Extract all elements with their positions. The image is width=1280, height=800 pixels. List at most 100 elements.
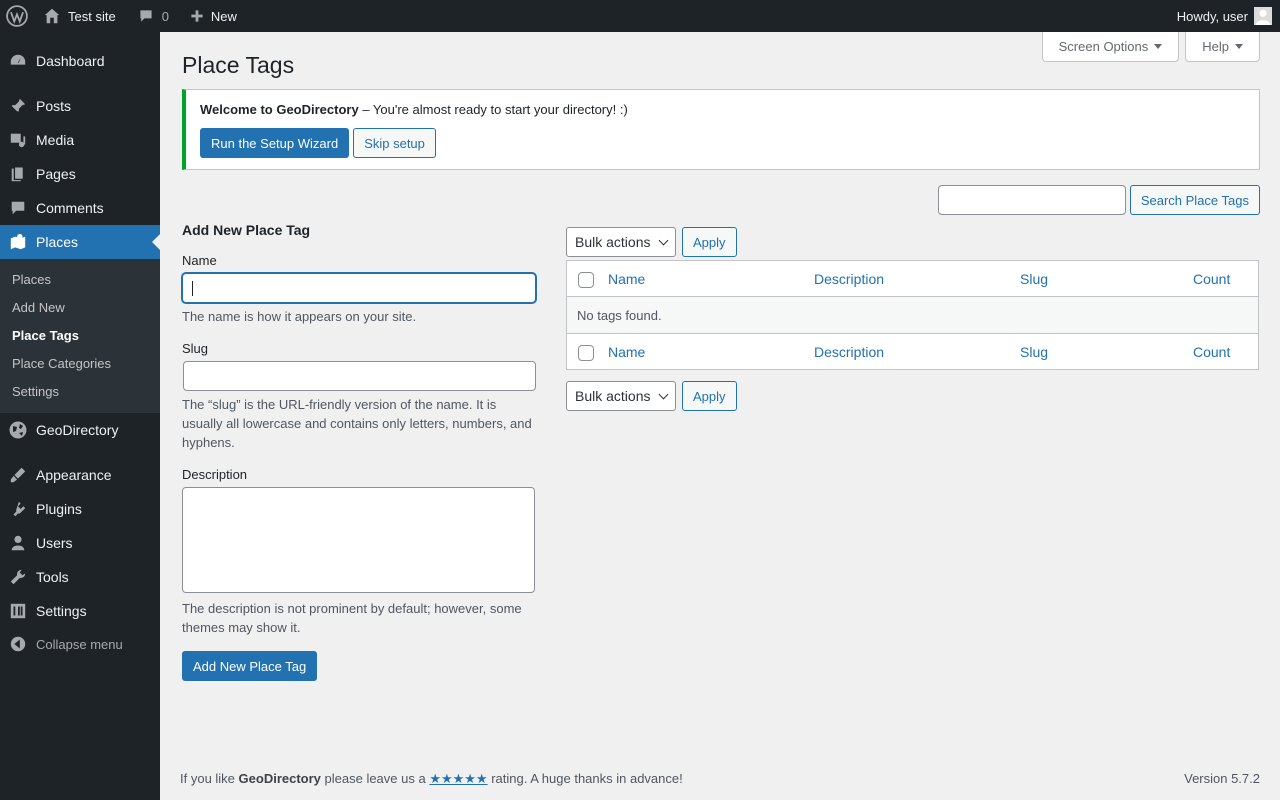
sidebar-item-plugins[interactable]: Plugins (0, 492, 160, 526)
submenu-item-settings[interactable]: Settings (0, 378, 160, 406)
site-name-link[interactable]: Test site (36, 0, 124, 32)
wordpress-icon (6, 5, 28, 27)
column-count[interactable]: Count (1193, 271, 1230, 287)
slug-label: Slug (182, 341, 209, 356)
sidebar-item-label: Places (36, 234, 79, 250)
add-tag-form: Add New Place Tag Name The name is how i… (182, 222, 538, 681)
footer-prefix: If you like (180, 771, 239, 786)
pin-icon (8, 96, 28, 116)
apply-button[interactable]: Apply (682, 227, 737, 257)
notice-text: – You're almost ready to start your dire… (358, 102, 628, 117)
bulk-actions-select[interactable]: Bulk actions (566, 227, 676, 257)
name-help: The name is how it appears on your site. (182, 309, 417, 324)
select-all-checkbox[interactable] (578, 345, 594, 361)
comment-icon (8, 198, 28, 218)
bulk-actions-select[interactable]: Bulk actions (566, 381, 676, 411)
column-count[interactable]: Count (1193, 344, 1230, 360)
select-all-checkbox[interactable] (578, 272, 594, 288)
submenu-item-place-categories[interactable]: Place Categories (0, 350, 160, 378)
sidebar-item-label: Media (36, 132, 75, 148)
run-setup-wizard-button[interactable]: Run the Setup Wizard (200, 128, 350, 158)
new-content-link[interactable]: New (177, 0, 245, 32)
column-name[interactable]: Name (608, 344, 814, 360)
add-new-place-tag-button[interactable]: Add New Place Tag (182, 651, 318, 681)
wordpress-logo-button[interactable] (0, 0, 36, 32)
wrench-icon (8, 567, 28, 587)
caret-down-icon (1235, 44, 1243, 49)
tags-table: Name Description Slug Count No tags foun… (566, 260, 1259, 370)
empty-row: No tags found. (567, 297, 1258, 333)
pages-icon (8, 164, 28, 184)
settings-icon (8, 601, 28, 621)
column-slug[interactable]: Slug (1020, 271, 1193, 287)
name-field[interactable] (182, 273, 536, 303)
submenu-item-places[interactable]: Places (0, 266, 160, 294)
submenu-item-place-tags[interactable]: Place Tags (0, 322, 160, 350)
notice-message: Welcome to GeoDirectory – You're almost … (200, 102, 1245, 117)
tags-list: Bulk actions Apply Name Description Slug… (566, 226, 1260, 412)
site-name: Test site (68, 8, 116, 24)
new-label: New (210, 8, 237, 24)
name-label: Name (182, 253, 217, 268)
sidebar-item-comments[interactable]: Comments (0, 191, 160, 225)
admin-sidebar: Dashboard Posts Media Pages Comments Pla… (0, 32, 160, 800)
footer: If you like GeoDirectory please leave us… (180, 771, 1260, 787)
sidebar-item-label: Users (36, 535, 73, 551)
footer-suffix: rating. A huge thanks in advance! (487, 771, 683, 786)
sidebar-item-settings[interactable]: Settings (0, 594, 160, 628)
home-icon (42, 6, 62, 26)
help-label: Help (1202, 39, 1229, 54)
sidebar-item-posts[interactable]: Posts (0, 89, 160, 123)
empty-message: No tags found. (577, 307, 662, 323)
search-input[interactable] (937, 185, 1126, 215)
table-footer-row: Name Description Slug Count (567, 333, 1258, 369)
search-box: Search Place Tags (937, 185, 1260, 215)
my-account[interactable]: Howdy, user (1177, 7, 1280, 25)
column-description[interactable]: Description (814, 344, 1020, 360)
column-slug[interactable]: Slug (1020, 344, 1193, 360)
sidebar-item-dashboard[interactable]: Dashboard (0, 44, 160, 78)
footer-thankyou: If you like GeoDirectory please leave us… (180, 771, 683, 787)
sidebar-item-label: Settings (36, 603, 87, 619)
collapse-label: Collapse menu (36, 636, 123, 652)
column-name[interactable]: Name (608, 271, 814, 287)
footer-version: Version 5.7.2 (1184, 771, 1260, 786)
greeting: Howdy, user (1176, 8, 1248, 24)
sidebar-item-pages[interactable]: Pages (0, 157, 160, 191)
brush-icon (8, 465, 28, 485)
submenu-item-add-new[interactable]: Add New (0, 294, 160, 322)
collapse-menu-button[interactable]: Collapse menu (0, 628, 160, 660)
plus-icon (187, 6, 207, 26)
chevron-down-icon (658, 389, 669, 399)
sidebar-item-geodirectory[interactable]: GeoDirectory (0, 413, 160, 447)
setup-notice: Welcome to GeoDirectory – You're almost … (182, 89, 1260, 170)
plugin-icon (8, 499, 28, 519)
sidebar-item-label: Posts (36, 98, 72, 114)
screen-options-label: Screen Options (1058, 39, 1149, 54)
comment-icon (136, 6, 156, 26)
screen-options-button[interactable]: Screen Options (1041, 32, 1180, 62)
slug-field[interactable] (183, 361, 536, 391)
sidebar-item-users[interactable]: Users (0, 526, 160, 560)
sidebar-item-tools[interactable]: Tools (0, 560, 160, 594)
comments-link[interactable]: 0 (124, 0, 177, 32)
description-field[interactable] (182, 487, 535, 593)
skip-setup-button[interactable]: Skip setup (353, 128, 436, 158)
tablenav-top: Bulk actions Apply (566, 226, 1260, 258)
apply-button[interactable]: Apply (682, 381, 737, 411)
user-icon (8, 533, 28, 553)
rating-stars-link[interactable]: ★★★★★ (429, 771, 487, 786)
footer-brand: GeoDirectory (238, 771, 321, 786)
dashboard-icon (8, 51, 28, 71)
slug-help: The “slug” is the URL-friendly version o… (182, 397, 532, 450)
sidebar-item-label: GeoDirectory (36, 422, 119, 438)
description-help: The description is not prominent by defa… (182, 601, 522, 635)
sidebar-item-places[interactable]: Places (0, 225, 160, 259)
search-button[interactable]: Search Place Tags (1129, 185, 1260, 215)
screen-meta-links: Screen Options Help (1041, 32, 1260, 62)
media-icon (8, 130, 28, 150)
column-description[interactable]: Description (814, 271, 1020, 287)
sidebar-item-media[interactable]: Media (0, 123, 160, 157)
help-button[interactable]: Help (1185, 32, 1260, 62)
sidebar-item-appearance[interactable]: Appearance (0, 458, 160, 492)
